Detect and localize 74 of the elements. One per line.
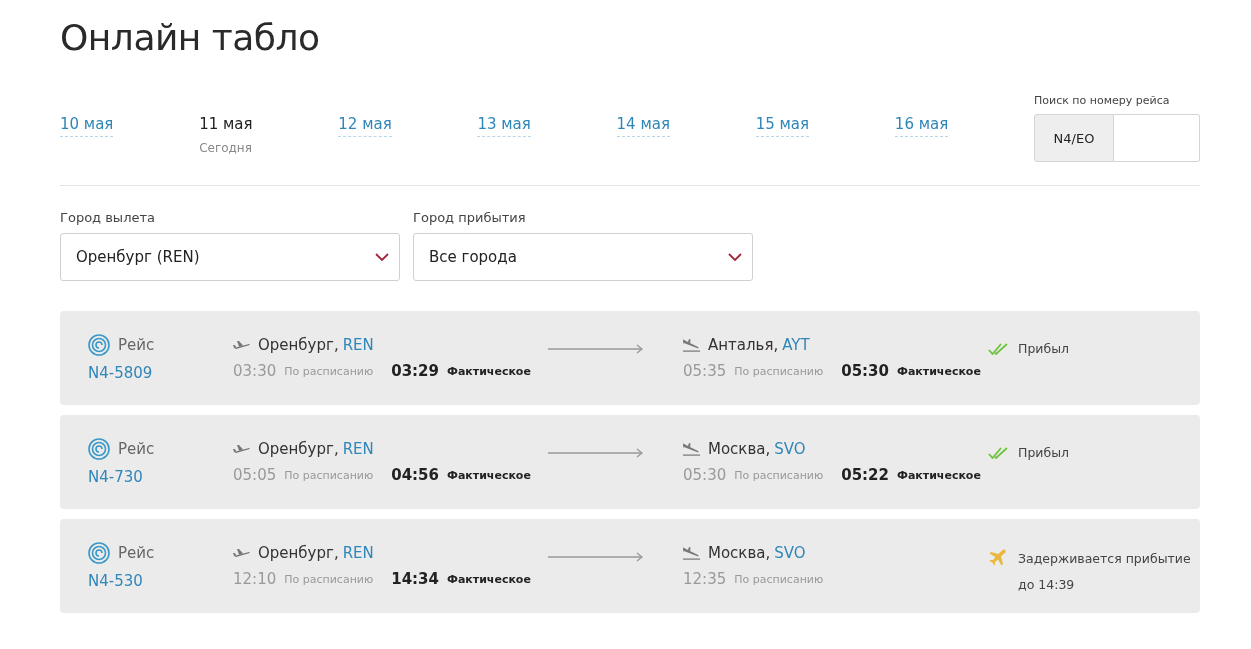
- landing-plane-icon: [683, 546, 700, 560]
- flight-number[interactable]: N4-5809: [88, 364, 233, 382]
- date-link[interactable]: 10 мая: [60, 114, 114, 137]
- actual-time: 03:29: [391, 362, 439, 380]
- city-name: Оренбург,: [258, 336, 339, 354]
- date-link[interactable]: 16 мая: [894, 114, 949, 137]
- chevron-down-icon: [728, 252, 742, 262]
- scheduled-time: 03:30: [233, 362, 277, 380]
- flight-label: Рейс: [118, 544, 155, 562]
- time-label: Фактическое: [447, 572, 531, 586]
- page-title: Онлайн табло: [60, 16, 321, 60]
- city-name: Москва,: [708, 440, 771, 458]
- double-check-icon: [988, 446, 1008, 459]
- time-label: Фактическое: [897, 364, 981, 378]
- chevron-down-icon: [375, 252, 389, 262]
- date-note: Сегодня: [199, 141, 252, 155]
- airport-code: REN: [342, 336, 374, 354]
- time-label: По расписанию: [734, 572, 824, 586]
- takeoff-plane-icon: [233, 547, 250, 559]
- scheduled-time: 05:05: [233, 466, 277, 484]
- flight-label: Рейс: [118, 336, 155, 354]
- flight-number[interactable]: N4-730: [88, 468, 233, 486]
- actual-time: 14:34: [391, 570, 439, 588]
- scheduled-time: 05:30: [683, 466, 727, 484]
- time-label: По расписанию: [734, 364, 824, 378]
- airport-code: SVO: [774, 544, 806, 562]
- date-link[interactable]: 13 мая: [477, 114, 531, 137]
- actual-time: 04:56: [391, 466, 439, 484]
- spiral-icon: [88, 438, 110, 460]
- search-label: Поиск по номеру рейса: [1034, 94, 1171, 107]
- time-label: По расписанию: [284, 468, 374, 482]
- time-label: Фактическое: [447, 468, 531, 482]
- actual-time: 05:30: [841, 362, 889, 380]
- city-select[interactable]: Все города: [413, 233, 753, 281]
- status-text: Прибыл: [1018, 445, 1071, 460]
- flight-search-field[interactable]: [1114, 114, 1200, 162]
- filter-label: Город прибытия: [413, 210, 527, 225]
- airport-code: AYT: [782, 336, 810, 354]
- flight-number[interactable]: N4-530: [88, 572, 233, 590]
- status-text: Прибыл: [1018, 341, 1071, 356]
- city-name: Анталья,: [708, 336, 779, 354]
- scheduled-time: 12:35: [683, 570, 727, 588]
- spiral-icon: [88, 334, 110, 356]
- date-link[interactable]: 11 мая: [199, 114, 253, 136]
- airport-code: REN: [342, 440, 374, 458]
- airport-code: REN: [342, 544, 374, 562]
- status-text: Задерживается прибытие: [1018, 550, 1191, 566]
- city-name: Москва,: [708, 544, 771, 562]
- scheduled-time: 12:10: [233, 570, 277, 588]
- airport-code: SVO: [774, 440, 806, 458]
- time-label: Фактическое: [897, 468, 981, 482]
- time-label: Фактическое: [447, 364, 531, 378]
- date-link[interactable]: 12 мая: [338, 114, 392, 137]
- scheduled-time: 05:35: [683, 362, 727, 380]
- city-name: Оренбург,: [258, 440, 339, 458]
- time-label: По расписанию: [734, 468, 824, 482]
- date-link[interactable]: 14 мая: [616, 114, 670, 137]
- flight-label: Рейс: [118, 440, 155, 458]
- date-link[interactable]: 15 мая: [755, 114, 810, 137]
- double-check-icon: [988, 342, 1008, 355]
- takeoff-plane-icon: [233, 443, 250, 455]
- time-label: По расписанию: [284, 364, 374, 378]
- time-label: По расписанию: [284, 572, 374, 586]
- plane-icon: [988, 549, 1006, 567]
- field-prefix: N4/EO: [1034, 114, 1114, 162]
- takeoff-plane-icon: [233, 339, 250, 351]
- city-select[interactable]: Оренбург (REN): [60, 233, 400, 281]
- landing-plane-icon: [683, 338, 700, 352]
- spiral-icon: [88, 542, 110, 564]
- city-name: Оренбург,: [258, 544, 339, 562]
- filter-label: Город вылета: [60, 210, 156, 225]
- status-detail: до 14:39: [1018, 577, 1076, 592]
- actual-time: 05:22: [841, 466, 889, 484]
- landing-plane-icon: [683, 442, 700, 456]
